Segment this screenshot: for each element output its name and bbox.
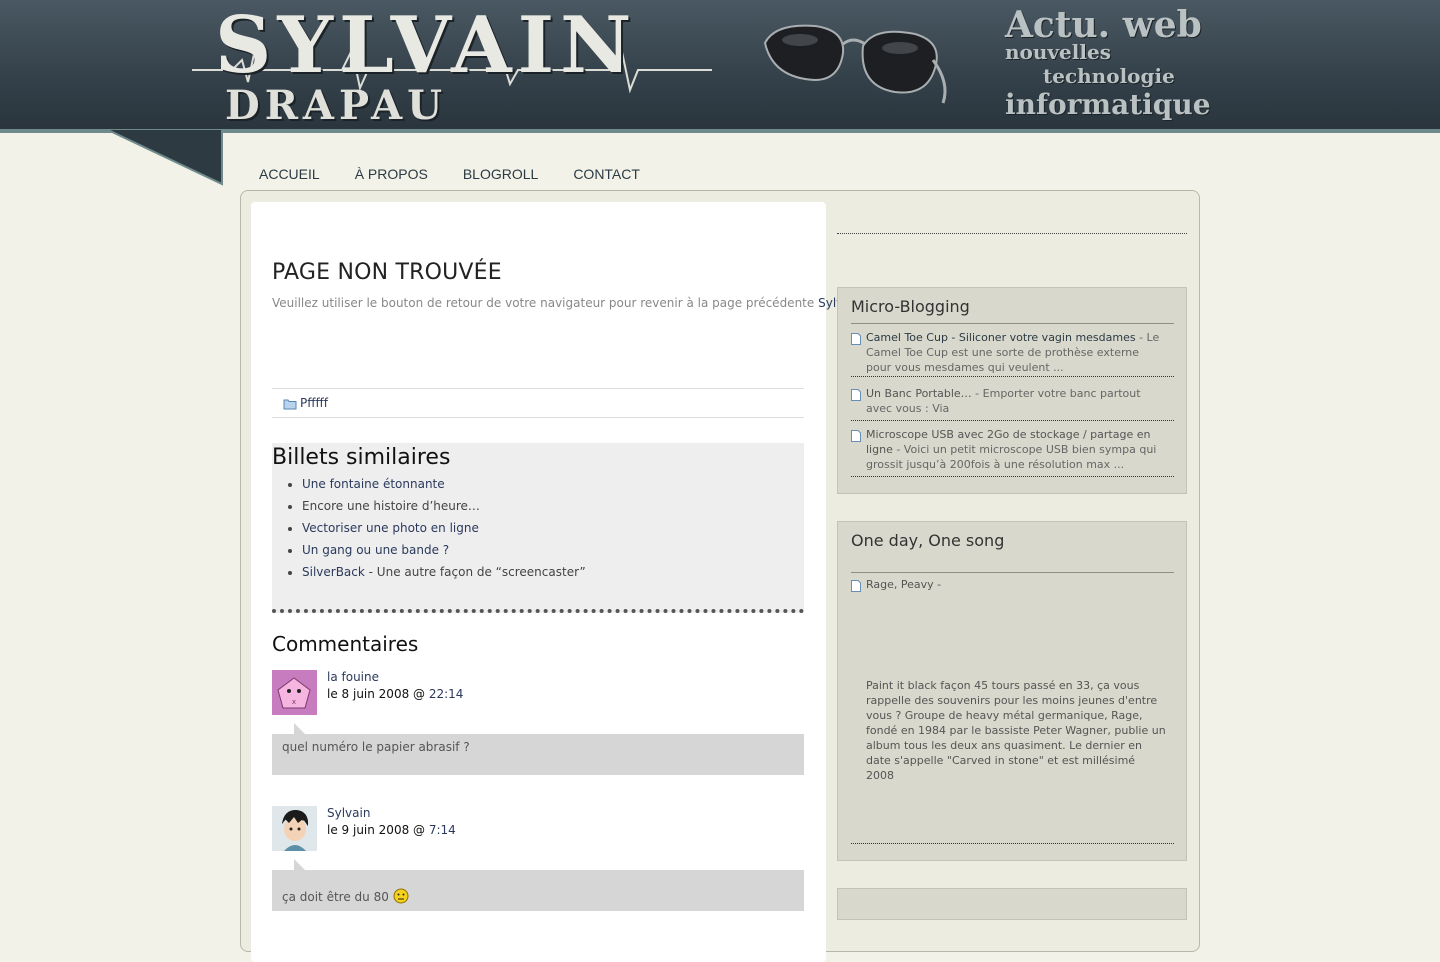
sunglasses-icon [763,24,947,104]
comment-author[interactable]: Sylvain [327,806,370,820]
similar-post-item: Vectoriser une photo en ligne [302,517,586,539]
main-navigation: ACCUEIL À PROPOS BLOGROLL CONTACT [259,166,675,182]
widget-rule [851,843,1174,844]
microblog-link[interactable]: Un Banc Portable… [866,387,972,400]
svg-text:x: x [292,698,296,706]
comment-text: ça doit être du 80 [282,888,409,904]
avatar[interactable]: x [272,670,317,715]
sidebar-widget-next [837,888,1187,920]
similar-post-link[interactable]: SilverBack [302,565,365,579]
similar-posts-list: Une fontaine étonnante Encore une histoi… [272,473,586,583]
comments-title: Commentaires [272,632,419,656]
page-title: PAGE NON TROUVÉE [272,260,502,285]
microblog-entry: Un Banc Portable… - Emporter votre banc … [866,386,1174,416]
document-icon [851,333,861,345]
document-icon [851,389,861,401]
similar-posts-box: Billets similaires Une fontaine étonnant… [272,443,804,613]
header-edge [0,129,1440,133]
comment-bubble: ça doit être du 80 [272,859,804,911]
avatar[interactable] [272,806,317,851]
song-widget: One day, One song Rage, Peavy - Paint it… [837,521,1187,861]
widget-rule [851,323,1174,324]
similar-post-item: Encore une histoire d’heure… [302,495,586,517]
logo-surname[interactable]: DRAPAU [225,82,447,129]
nav-accueil[interactable]: ACCUEIL [259,166,320,182]
comment-bubble: quel numéro le papier abrasif ? [272,723,804,775]
microblog-link[interactable]: Camel Toe Cup - Siliconer votre vagin me… [866,331,1136,344]
document-icon [851,580,861,592]
similar-post-item: Une fontaine étonnante [302,473,586,495]
similar-post-text: Encore une histoire d’heure… [302,499,480,513]
microblog-entry: Microscope USB avec 2Go de stockage / pa… [866,427,1174,472]
comment-date-text: le 9 juin 2008 @ [327,823,429,837]
document-icon [851,430,861,442]
category-link[interactable]: Pfffff [300,396,328,410]
not-found-text: Veuillez utiliser le bouton de retour de… [272,296,815,310]
comment-date-text: le 8 juin 2008 @ [327,687,429,701]
song-link[interactable]: Rage, Peavy - [866,578,941,591]
folder-icon [283,399,297,410]
sidebar-divider [837,233,1187,234]
nav-contact[interactable]: CONTACT [573,166,640,182]
nav-a-propos[interactable]: À PROPOS [355,166,428,182]
song-widget-title: One day, One song [851,531,1005,550]
microblog-entry: Camel Toe Cup - Siliconer votre vagin me… [866,330,1174,375]
widget-rule [851,572,1174,573]
microblog-desc: - Voici un petit microscope USB bien sym… [866,443,1157,471]
comment-text: quel numéro le papier abrasif ? [282,740,470,754]
similar-post-suffix: - Une autre façon de “screencaster” [364,565,586,579]
logo-name[interactable]: SYLVAIN [215,0,637,91]
tagline-informatique: informatique [1005,88,1211,121]
similar-post-item: SilverBack - Une autre façon de “screenc… [302,561,586,583]
comment-text-body: ça doit être du 80 [282,890,393,904]
similar-post-link[interactable]: Un gang ou une bande ? [302,543,449,557]
category-bar: Pfffff [272,388,804,418]
comment-time[interactable]: 22:14 [429,687,464,701]
microblog-item: Un Banc Portable… - Emporter votre banc … [851,386,1174,421]
microblog-title: Micro-Blogging [851,297,970,316]
similar-posts-title: Billets similaires [272,445,451,470]
song-description: Paint it black façon 45 tours passé en 3… [866,679,1166,782]
smiley-icon [393,888,409,904]
not-found-message: Veuillez utiliser le bouton de retour de… [272,296,862,310]
nav-blogroll[interactable]: BLOGROLL [463,166,538,182]
similar-post-link[interactable]: Une fontaine étonnante [302,477,445,491]
site-header: SYLVAIN DRAPAU Actu. web nouvelles techn… [0,0,1440,133]
comment-date: le 9 juin 2008 @ 7:14 [327,823,456,837]
similar-post-item: Un gang ou une bande ? [302,539,586,561]
comment-date: le 8 juin 2008 @ 22:14 [327,687,463,701]
similar-post-link[interactable]: Vectoriser une photo en ligne [302,521,479,535]
microblog-item: Camel Toe Cup - Siliconer votre vagin me… [851,330,1174,377]
comment-time[interactable]: 7:14 [429,823,456,837]
microblog-widget: Micro-Blogging Camel Toe Cup - Siliconer… [837,287,1187,494]
tagline-technologie: technologie [1043,64,1175,88]
tagline-nouvelles: nouvelles [1005,40,1111,64]
microblog-item: Microscope USB avec 2Go de stockage / pa… [851,427,1174,477]
comment-author[interactable]: la fouine [327,670,379,684]
